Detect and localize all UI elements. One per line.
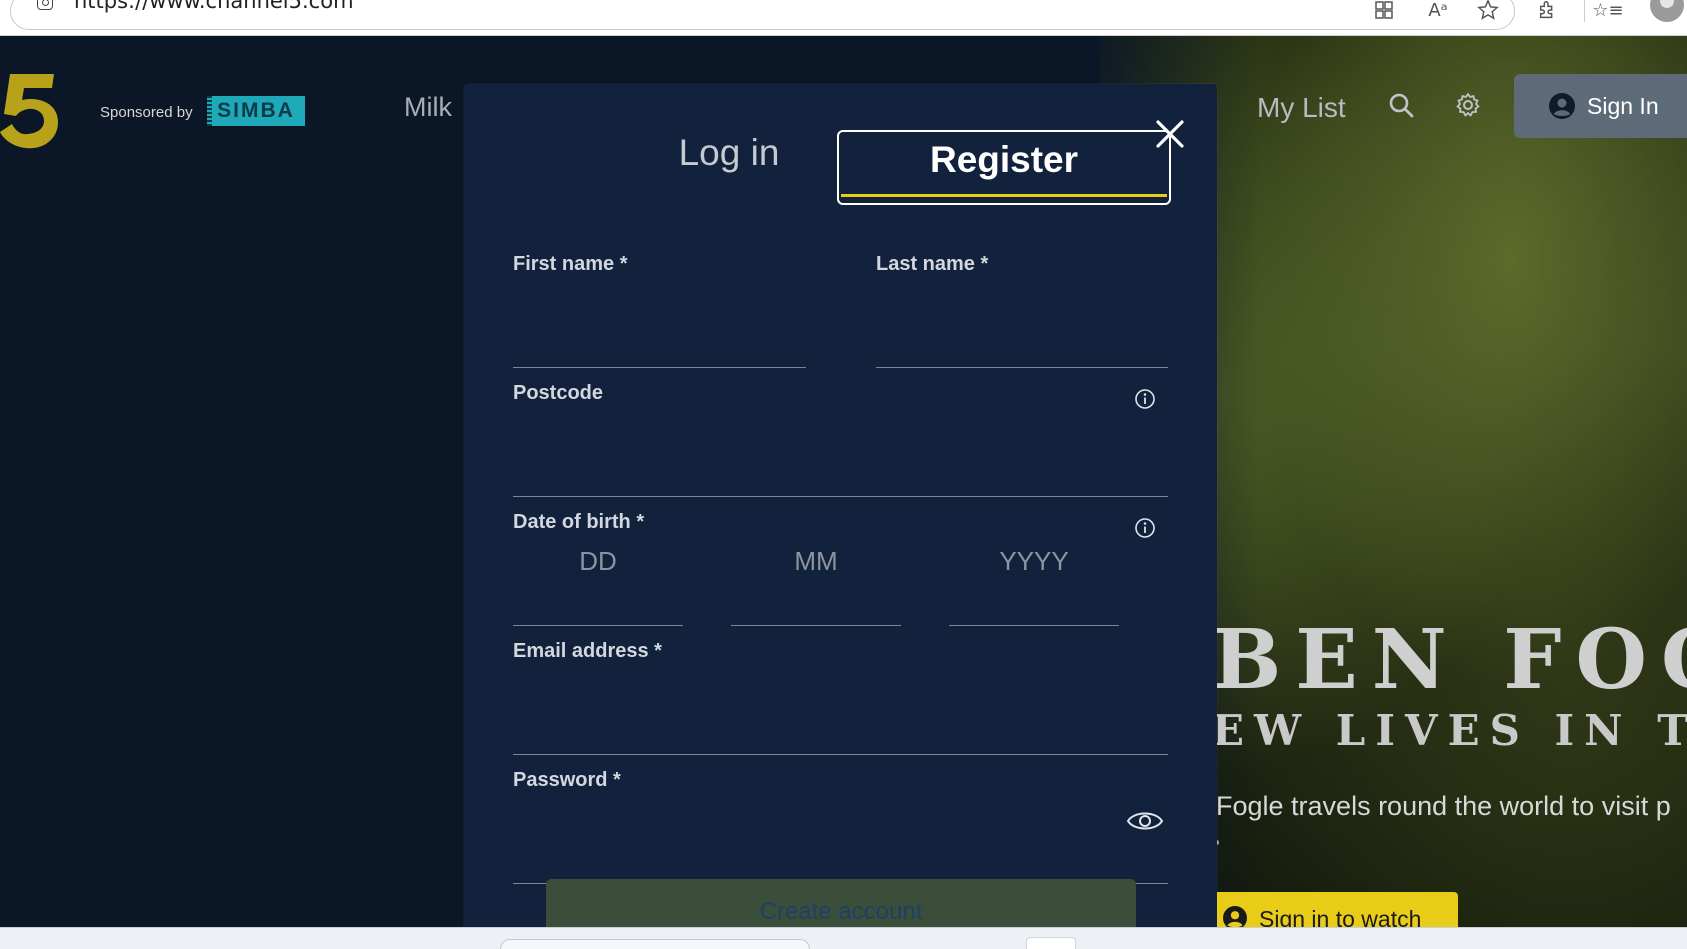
sign-in-label: Sign In xyxy=(1587,92,1659,119)
postcode-field[interactable] xyxy=(513,457,1168,493)
gear-icon[interactable] xyxy=(1455,92,1481,118)
first-name-field[interactable] xyxy=(513,328,806,364)
show-password-eye-icon[interactable] xyxy=(1126,808,1164,834)
hero-subtitle: EW LIVES IN TH xyxy=(1212,706,1687,755)
first-name-label: First name * xyxy=(513,253,628,275)
url-text[interactable]: https://www.channel5.com xyxy=(74,0,354,13)
toolbar-separator xyxy=(1584,0,1585,22)
dob-month-underline xyxy=(731,625,901,626)
postcode-info-icon[interactable] xyxy=(1134,388,1156,410)
last-name-label: Last name * xyxy=(876,253,989,275)
email-field[interactable] xyxy=(513,716,1168,752)
browser-toolbar: https://www.channel5.com Aᵃ ☆≡ xyxy=(0,0,1687,36)
sponsored-by-label: Sponsored by xyxy=(100,104,193,121)
first-name-underline xyxy=(513,367,806,368)
taskbar-item[interactable] xyxy=(1026,937,1076,949)
nav-item-milkshake[interactable]: Milk xyxy=(404,92,452,123)
tab-register[interactable]: Register xyxy=(837,130,1171,205)
taskbar-search[interactable] xyxy=(500,939,810,949)
postcode-label: Postcode xyxy=(513,382,604,404)
sign-in-to-watch-button[interactable]: Sign in to watch xyxy=(1213,892,1458,927)
postcode-underline xyxy=(513,496,1168,497)
date-of-birth-info-icon[interactable] xyxy=(1134,517,1156,539)
channel5-logo[interactable] xyxy=(0,70,60,150)
address-bar[interactable]: https://www.channel5.com xyxy=(10,0,1515,30)
hero-title: BEN FOG xyxy=(1212,612,1687,708)
read-aloud-icon[interactable]: Aᵃ xyxy=(1424,0,1452,22)
collections-icon[interactable]: ☆≡ xyxy=(1592,0,1623,22)
close-icon[interactable] xyxy=(1154,118,1186,150)
sign-in-button[interactable]: Sign In xyxy=(1514,74,1687,138)
extensions-icon[interactable] xyxy=(1534,0,1562,22)
password-label: Password * xyxy=(513,769,621,791)
email-label: Email address * xyxy=(513,640,662,662)
last-name-field[interactable] xyxy=(876,328,1168,364)
sign-in-to-watch-label: Sign in to watch xyxy=(1259,906,1422,927)
taskbar xyxy=(0,927,1687,949)
dob-day-field[interactable] xyxy=(513,543,683,579)
dob-day-underline xyxy=(513,625,683,626)
dob-year-underline xyxy=(949,625,1119,626)
sponsor-logo[interactable]: SIMBA xyxy=(207,96,305,126)
favorite-star-icon[interactable] xyxy=(1474,0,1502,22)
user-icon xyxy=(1223,906,1247,927)
search-icon[interactable] xyxy=(1388,92,1414,118)
tab-log-in[interactable]: Log in xyxy=(624,132,834,174)
nav-item-my-list[interactable]: My List xyxy=(1257,92,1346,124)
email-underline xyxy=(513,754,1168,755)
site-info-icon[interactable] xyxy=(37,0,53,10)
create-account-button[interactable]: Create account xyxy=(546,879,1136,927)
password-field[interactable] xyxy=(513,844,1113,880)
hero-description: Fogle travels round the world to visit p xyxy=(1216,791,1671,821)
date-of-birth-label: Date of birth * xyxy=(513,511,645,533)
profile-avatar[interactable] xyxy=(1650,0,1684,22)
dob-month-field[interactable] xyxy=(731,543,901,579)
last-name-underline xyxy=(876,367,1168,368)
app-grid-icon[interactable] xyxy=(1370,0,1398,22)
page: Sponsored by SIMBA Milk My List Sign In … xyxy=(0,36,1687,927)
auth-modal: Log in Register First name * Last name *… xyxy=(464,84,1217,927)
user-icon xyxy=(1549,93,1575,119)
dob-year-field[interactable] xyxy=(949,543,1119,579)
